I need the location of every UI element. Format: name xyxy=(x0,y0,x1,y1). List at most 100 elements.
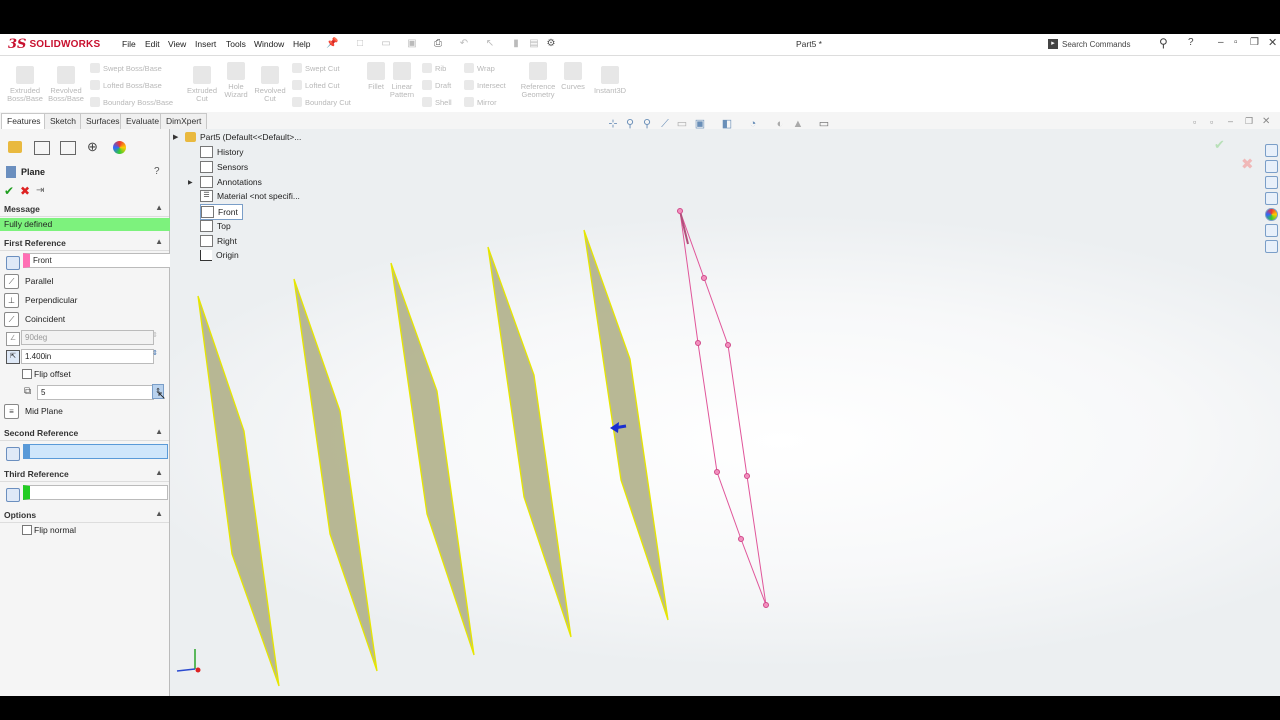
tree-item-right[interactable]: Right xyxy=(200,234,237,248)
collapse-icon[interactable]: ▲ xyxy=(155,203,163,212)
shell-button[interactable]: Shell xyxy=(422,97,452,107)
help-icon[interactable]: ? xyxy=(154,166,160,177)
tree-item-history[interactable]: History xyxy=(200,145,243,159)
reference-geometry-button[interactable]: Reference Geometry xyxy=(518,62,558,99)
second-reference-field[interactable] xyxy=(23,444,168,459)
select-icon[interactable]: ↖ xyxy=(484,38,496,50)
tree-item-sensors[interactable]: Sensors xyxy=(200,160,248,174)
tree-item-origin[interactable]: Origin xyxy=(200,248,239,262)
restore-window-icon[interactable]: ▫ xyxy=(1234,37,1238,48)
collapse-icon[interactable]: ▲ xyxy=(155,427,163,436)
tile-window-icon[interactable]: ❐ xyxy=(1250,37,1259,48)
save-icon[interactable]: ▣ xyxy=(406,38,418,50)
swept-boss-button[interactable]: Swept Boss/Base xyxy=(90,63,162,73)
collapse-icon[interactable]: ▲ xyxy=(155,468,163,477)
configuration-manager-icon[interactable] xyxy=(60,141,76,155)
open-icon[interactable]: ▭ xyxy=(380,38,392,50)
doc-cascade-icon[interactable]: ▫ xyxy=(1210,117,1213,127)
number-of-planes-field[interactable]: 5 xyxy=(37,385,154,400)
previous-view-icon[interactable]: ⚲ xyxy=(641,118,653,130)
search-input[interactable]: Search Commands xyxy=(1062,40,1130,49)
display-manager-icon[interactable] xyxy=(113,141,126,154)
extruded-boss-button[interactable]: Extruded Boss/Base xyxy=(5,66,45,103)
menu-help[interactable]: Help xyxy=(293,39,310,49)
menu-tools[interactable]: Tools xyxy=(226,39,246,49)
menu-edit[interactable]: Edit xyxy=(145,39,160,49)
tab-sketch[interactable]: Sketch xyxy=(44,113,82,129)
angle-icon[interactable]: ∠ xyxy=(6,332,20,346)
tab-features[interactable]: Features xyxy=(1,113,47,129)
resources-icon[interactable] xyxy=(1265,160,1278,173)
tree-item-annotations[interactable]: Annotations xyxy=(200,175,262,189)
hide-show-items-icon[interactable]: ◔ xyxy=(747,118,759,130)
first-reference-header[interactable]: First Reference ▲ xyxy=(0,236,169,251)
first-reference-field[interactable]: Front xyxy=(23,253,172,268)
coincident-option[interactable]: ⟋ Coincident xyxy=(4,311,65,327)
plane-1[interactable] xyxy=(197,295,280,687)
swept-cut-button[interactable]: Swept Cut xyxy=(292,63,340,73)
tab-dimxpert[interactable]: DimXpert xyxy=(160,113,208,129)
menu-file[interactable]: File xyxy=(122,39,136,49)
linear-pattern-button[interactable]: Linear Pattern xyxy=(382,62,422,99)
apply-scene-icon[interactable]: ▲ xyxy=(792,118,804,130)
options-header[interactable]: Options ▲ xyxy=(0,508,169,523)
flip-offset-checkbox[interactable] xyxy=(22,369,32,379)
graphics-area[interactable]: ▶ Part5 (Default<<Default>... History Se… xyxy=(170,129,1280,696)
solidworks-logo[interactable]: 3S SOLIDWORKS xyxy=(8,36,100,53)
offset-distance-field[interactable]: 1.400in xyxy=(21,349,154,364)
boundary-cut-button[interactable]: Boundary Cut xyxy=(292,97,351,107)
search-commands[interactable]: ▸ Search Commands xyxy=(1048,37,1173,51)
view-settings-icon[interactable]: ▭ xyxy=(818,118,830,130)
doc-restore-icon[interactable]: ❐ xyxy=(1245,116,1253,127)
third-reference-header[interactable]: Third Reference ▲ xyxy=(0,467,169,482)
tab-evaluate[interactable]: Evaluate xyxy=(120,113,166,129)
expand-arrow-icon[interactable]: ▶ xyxy=(188,179,193,186)
edit-appearance-icon[interactable]: ◐ xyxy=(774,118,786,130)
rebuild-icon[interactable]: ▮ xyxy=(510,38,522,50)
lofted-cut-button[interactable]: Lofted Cut xyxy=(292,80,340,90)
intersect-button[interactable]: Intersect xyxy=(464,80,506,90)
boundary-boss-button[interactable]: Boundary Boss/Base xyxy=(90,97,173,107)
tab-surfaces[interactable]: Surfaces xyxy=(80,113,126,129)
plane-5[interactable] xyxy=(583,229,669,621)
dimxpert-manager-icon[interactable]: ⊕ xyxy=(87,139,98,155)
display-style-icon[interactable]: ◧ xyxy=(721,118,733,130)
tree-item-front[interactable]: Front xyxy=(200,204,243,220)
forum-icon[interactable] xyxy=(1265,240,1278,253)
mirror-button[interactable]: Mirror xyxy=(464,97,497,107)
print-icon[interactable]: ⎙ xyxy=(432,38,444,50)
file-explorer-icon[interactable] xyxy=(1265,192,1278,205)
doc-close-icon[interactable]: ✕ xyxy=(1262,116,1270,127)
third-reference-field[interactable] xyxy=(23,485,168,500)
curves-button[interactable]: Curves xyxy=(553,62,593,91)
options-gear-icon[interactable]: ⚙ xyxy=(545,38,557,50)
doc-minimize-icon[interactable]: – xyxy=(1228,116,1233,126)
menu-insert[interactable]: Insert xyxy=(195,39,216,49)
offset-spinner-icon[interactable]: ⇕ xyxy=(152,349,158,357)
dynamic-annotation-icon[interactable]: ▭ xyxy=(676,118,688,130)
home-icon[interactable] xyxy=(1265,144,1278,157)
ok-icon[interactable]: ✔ xyxy=(4,184,14,198)
lofted-boss-button[interactable]: Lofted Boss/Base xyxy=(90,80,162,90)
perpendicular-option[interactable]: ⊥ Perpendicular xyxy=(4,292,77,308)
second-reference-header[interactable]: Second Reference ▲ xyxy=(0,426,169,441)
revolved-cut-button[interactable]: Revolved Cut xyxy=(250,66,290,103)
zoom-to-fit-icon[interactable]: ⊹ xyxy=(607,118,619,130)
tree-item-top[interactable]: Top xyxy=(200,219,231,233)
plane-3[interactable] xyxy=(390,262,475,656)
file-properties-icon[interactable]: ▤ xyxy=(528,38,540,50)
angle-spinner-icon[interactable]: ⇕ xyxy=(152,331,158,339)
design-library-icon[interactable] xyxy=(1265,176,1278,189)
collapse-icon[interactable]: ▲ xyxy=(155,237,163,246)
view-orientation-icon[interactable]: ▣ xyxy=(694,118,706,130)
plane-4[interactable] xyxy=(487,246,572,638)
property-manager-icon[interactable] xyxy=(34,141,50,155)
revolved-boss-button[interactable]: Revolved Boss/Base xyxy=(46,66,86,103)
feature-manager-icon[interactable] xyxy=(8,141,22,153)
rib-button[interactable]: Rib xyxy=(422,63,446,73)
tree-item-material[interactable]: ☰ Material <not specifi... xyxy=(200,189,300,203)
custom-properties-icon[interactable] xyxy=(1265,224,1278,237)
menu-view[interactable]: View xyxy=(168,39,186,49)
confirm-cancel-icon[interactable]: ✖ xyxy=(1241,155,1254,173)
wrap-button[interactable]: Wrap xyxy=(464,63,495,73)
